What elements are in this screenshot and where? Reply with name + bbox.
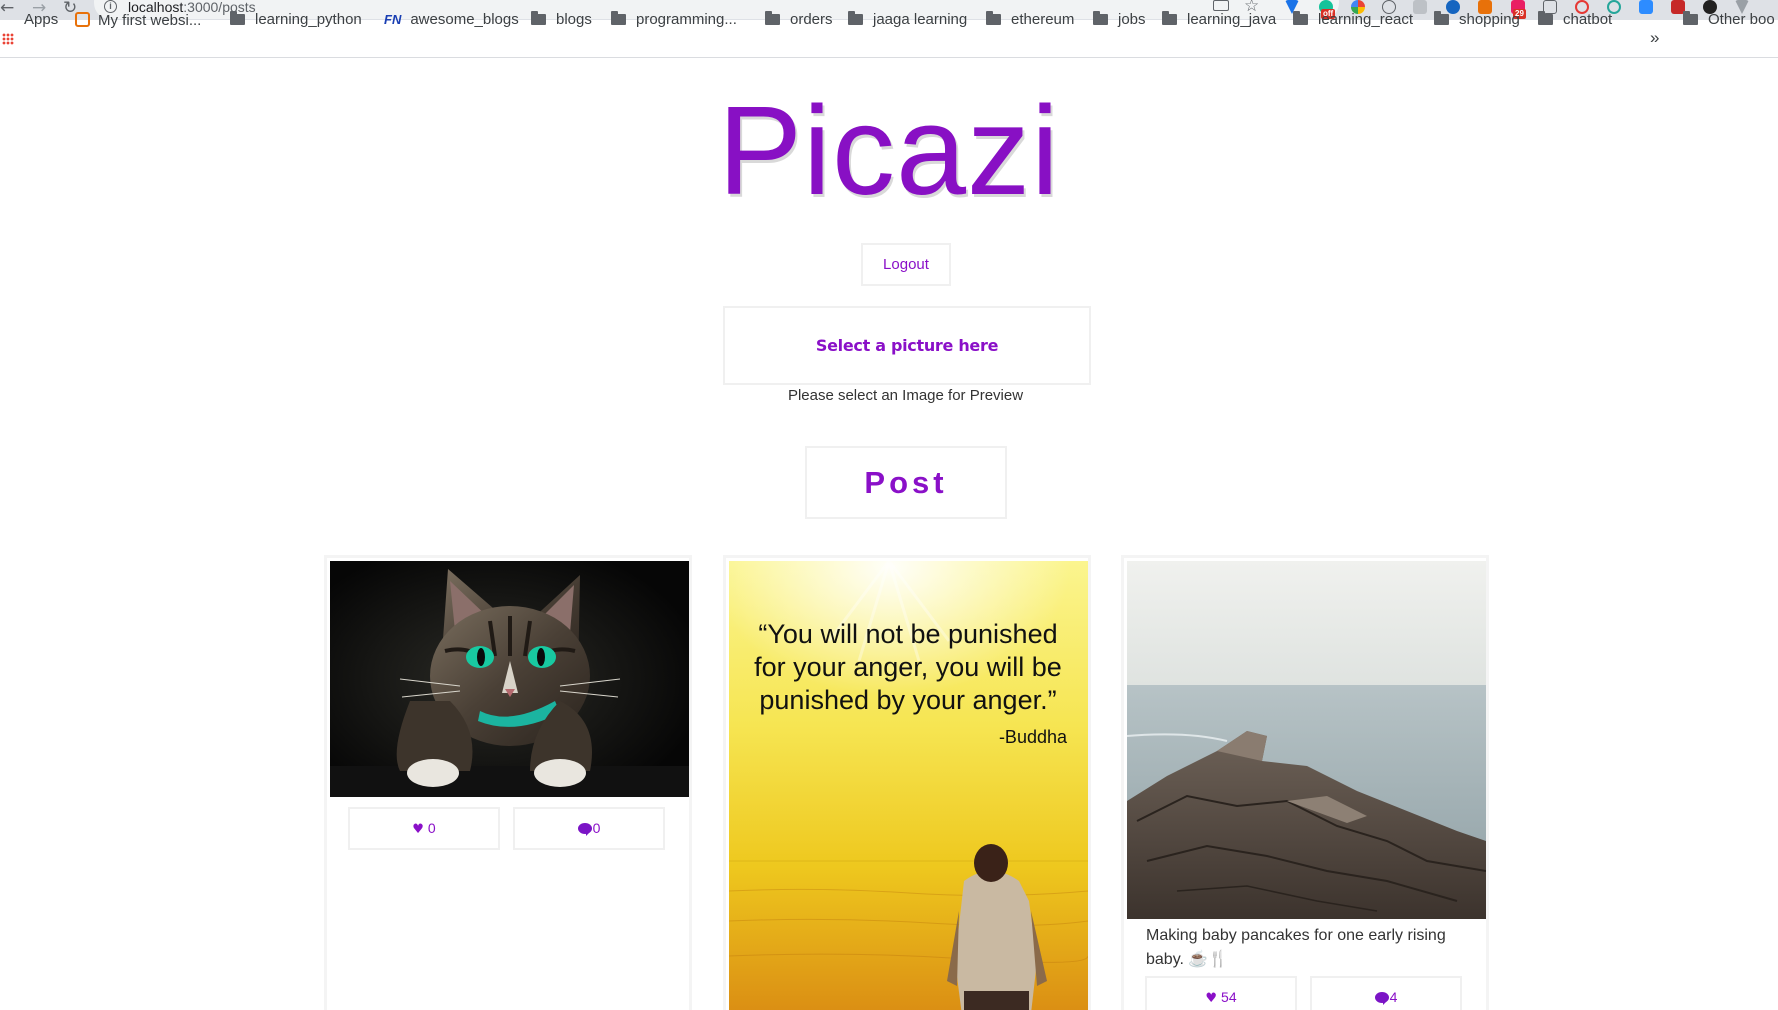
heart-icon: ♥ — [412, 822, 424, 837]
folder-icon — [531, 11, 546, 25]
comment-bubble-icon — [1374, 992, 1389, 1005]
buddha-quote-image: “You will not be punished for your anger… — [729, 561, 1088, 1010]
post-button[interactable]: Post — [805, 446, 1007, 519]
folder-icon — [230, 11, 245, 25]
bookmark-shopping[interactable]: shopping — [1434, 10, 1520, 30]
comment-bubble-icon — [577, 823, 592, 836]
bookmark-orders[interactable]: orders — [765, 10, 833, 30]
select-picture-button[interactable]: Select a picture here — [723, 306, 1091, 385]
folder-icon — [1162, 11, 1177, 25]
folder-icon — [765, 11, 780, 25]
rocky-coast-image — [1127, 561, 1486, 919]
folder-icon — [611, 11, 626, 25]
folder-icon — [986, 11, 1001, 25]
like-button[interactable]: ♥ 54 — [1145, 976, 1297, 1010]
folder-icon — [1434, 11, 1449, 25]
folder-icon — [1538, 11, 1553, 25]
folder-icon — [1093, 11, 1108, 25]
site-favicon-icon — [75, 12, 90, 27]
bookmark-jaaga-learning[interactable]: jaaga learning — [848, 10, 967, 30]
zoom-icon[interactable] — [1639, 0, 1653, 14]
quote-line-1: “You will not be punished — [758, 619, 1057, 649]
extension-icon[interactable] — [1413, 0, 1427, 14]
like-button[interactable]: ♥ 0 — [348, 807, 500, 850]
rocky-coast-photo[interactable] — [1127, 561, 1486, 919]
cat-photo[interactable] — [330, 561, 689, 797]
folder-icon — [1683, 11, 1698, 25]
bookmark-awesome-blogs[interactable]: FN awesome_blogs — [384, 10, 519, 30]
post-card: “You will not be punished for your anger… — [723, 555, 1091, 1010]
post-card: Making baby pancakes for one early risin… — [1121, 555, 1489, 1010]
back-arrow-icon[interactable]: ← — [0, 0, 14, 18]
quote-line-2: for your anger, you will be — [754, 652, 1062, 682]
quote-line-3: punished by your anger.” — [759, 685, 1056, 715]
comment-button[interactable]: 0 — [513, 807, 665, 850]
apps-grid-icon[interactable] — [2, 33, 14, 45]
image-preview-note: Please select an Image for Preview — [787, 387, 1024, 404]
folder-icon — [1293, 11, 1308, 25]
comment-button[interactable]: 4 — [1310, 976, 1462, 1010]
buddha-quote-photo[interactable]: “You will not be punished for your anger… — [729, 561, 1088, 1010]
heart-icon: ♥ — [1205, 991, 1218, 1006]
bookmark-apps[interactable]: Apps — [24, 10, 58, 30]
app-logo-title: Picazi — [717, 80, 1061, 221]
bookmark-jobs[interactable]: jobs — [1093, 10, 1146, 30]
bookmark-chatbot[interactable]: chatbot — [1538, 10, 1612, 30]
bookmark-my-first-website[interactable]: My first websi... — [75, 10, 201, 30]
cat-photo-image — [330, 561, 689, 797]
bookmark-learning-react[interactable]: learning_react — [1293, 10, 1413, 30]
bookmark-learning-python[interactable]: learning_python — [230, 10, 362, 30]
bookmark-learning-java[interactable]: learning_java — [1162, 10, 1276, 30]
logout-button[interactable]: Logout — [861, 243, 951, 286]
bookmark-ethereum[interactable]: ethereum — [986, 10, 1074, 30]
fn-favicon-icon: FN — [384, 12, 402, 27]
post-card: ♥ 0 0 — [324, 555, 692, 1010]
bookmark-blogs[interactable]: blogs — [531, 10, 592, 30]
folder-icon — [848, 11, 863, 25]
quote-author: -Buddha — [999, 727, 1068, 747]
bookmark-other-bookmarks[interactable]: Other boo — [1683, 10, 1775, 30]
bookmarks-overflow-chevron-icon[interactable]: » — [1650, 28, 1659, 48]
bookmark-programming[interactable]: programming... — [611, 10, 737, 30]
post-caption: Making baby pancakes for one early risin… — [1146, 927, 1446, 968]
